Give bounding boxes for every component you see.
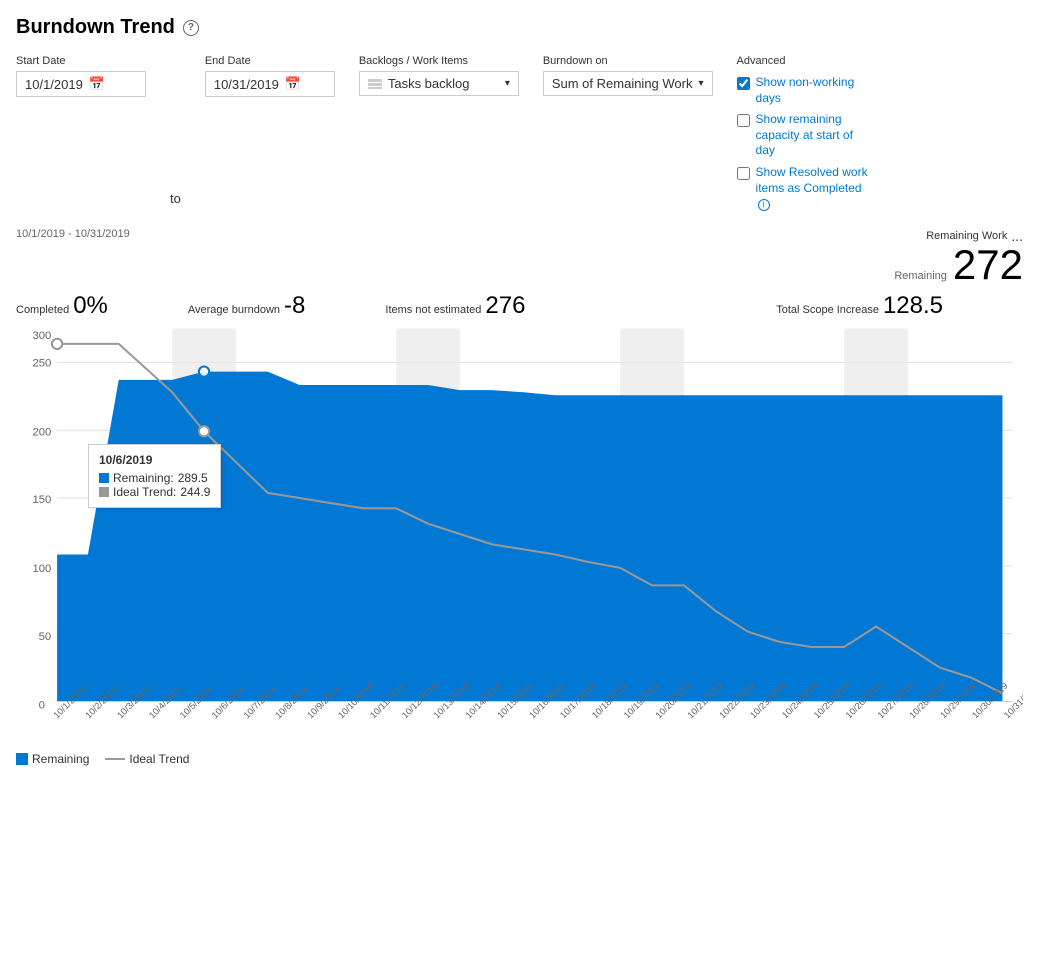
controls-row: Start Date 10/1/2019 📅 to End Date 10/31… (16, 55, 1023, 212)
avg-burndown-value: -8 (284, 292, 305, 320)
calendar-icon-end[interactable]: 📅 (285, 76, 301, 92)
end-date-group: End Date 10/31/2019 📅 (205, 55, 335, 97)
svg-text:50: 50 (39, 631, 52, 643)
svg-text:0: 0 (39, 699, 45, 711)
svg-text:150: 150 (32, 494, 51, 506)
total-scope-stat: Total Scope Increase 128.5 (776, 292, 943, 320)
tooltip-remaining-row: Remaining: 289.5 (99, 471, 210, 485)
chart-tooltip: 10/6/2019 Remaining: 289.5 Ideal Trend: … (88, 444, 221, 508)
start-date-label: Start Date (16, 55, 146, 67)
avg-burndown-stat: Average burndown -8 (188, 292, 306, 320)
chart-section: 10/1/2019 - 10/31/2019 Remaining Work ..… (16, 228, 1023, 766)
end-date-value: 10/31/2019 (214, 77, 279, 92)
tooltip-remaining-label: Remaining: (113, 471, 174, 485)
svg-text:250: 250 (32, 357, 51, 369)
legend-remaining-icon (16, 753, 28, 765)
burndown-group: Burndown on Sum of Remaining Work ▾ (543, 55, 713, 96)
legend-ideal-label: Ideal Trend (129, 752, 189, 766)
show-capacity-label[interactable]: Show remaining capacity at start of day (756, 112, 876, 159)
burndown-dropdown[interactable]: Sum of Remaining Work ▾ (543, 71, 713, 96)
svg-text:200: 200 (32, 426, 51, 438)
remaining-sub: Remaining (894, 270, 947, 282)
tooltip-ideal-row: Ideal Trend: 244.9 (99, 485, 210, 499)
backlog-label: Backlogs / Work Items (359, 55, 519, 67)
checkbox-capacity: Show remaining capacity at start of day (737, 112, 876, 159)
chart-legend: Remaining Ideal Trend (16, 752, 1023, 766)
show-nonworking-label[interactable]: Show non-working days (756, 75, 876, 106)
burndown-value: Sum of Remaining Work (552, 76, 693, 91)
start-date-input[interactable]: 10/1/2019 📅 (16, 71, 146, 97)
tooltip-ideal-value: 244.9 (180, 485, 210, 499)
advanced-group: Advanced Show non-working days Show rema… (737, 55, 876, 212)
backlog-value: Tasks backlog (388, 76, 470, 91)
backlog-group: Backlogs / Work Items Tasks backlog ▾ (359, 55, 519, 96)
stats-row: Completed 0% Average burndown -8 Items n… (16, 292, 1023, 320)
show-resolved-checkbox[interactable] (737, 167, 750, 180)
info-icon[interactable]: i (758, 199, 770, 211)
tooltip-remaining-icon (99, 473, 109, 483)
advanced-label: Advanced (737, 55, 876, 67)
date-range: 10/1/2019 - 10/31/2019 (16, 228, 130, 240)
svg-text:100: 100 (32, 563, 51, 575)
calendar-icon[interactable]: 📅 (89, 76, 105, 92)
total-scope-label: Total Scope Increase (776, 304, 879, 316)
end-date-label: End Date (205, 55, 335, 67)
checkbox-nonworking: Show non-working days (737, 75, 876, 106)
start-date-value: 10/1/2019 (25, 77, 83, 92)
backlog-dropdown[interactable]: Tasks backlog ▾ (359, 71, 519, 96)
tooltip-ideal-icon (99, 487, 109, 497)
legend-remaining: Remaining (16, 752, 89, 766)
chart-svg: 0 50 100 150 200 250 300 (16, 324, 1023, 744)
tooltip-remaining-value: 289.5 (178, 471, 208, 485)
show-capacity-checkbox[interactable] (737, 114, 750, 127)
page-title: Burndown Trend (16, 16, 175, 39)
show-resolved-label[interactable]: Show Resolved work items as Completed i (756, 165, 876, 212)
chevron-down-icon: ▾ (505, 78, 510, 89)
svg-text:300: 300 (32, 330, 51, 342)
burndown-chart[interactable]: 0 50 100 150 200 250 300 (16, 324, 1023, 744)
end-date-input[interactable]: 10/31/2019 📅 (205, 71, 335, 97)
backlog-icon (368, 79, 382, 89)
total-scope-value: 128.5 (883, 292, 943, 320)
completed-value: 0% (73, 292, 108, 320)
remaining-work-title: Remaining Work (926, 230, 1007, 242)
remaining-work-block: Remaining Work ... Remaining 272 (894, 228, 1023, 286)
legend-ideal-icon (105, 758, 125, 760)
to-label: to (170, 191, 181, 212)
tooltip-date: 10/6/2019 (99, 453, 210, 467)
legend-ideal: Ideal Trend (105, 752, 189, 766)
chart-meta: 10/1/2019 - 10/31/2019 Remaining Work ..… (16, 228, 1023, 286)
items-not-est-value: 276 (485, 292, 525, 320)
page-header: Burndown Trend ? (16, 16, 1023, 39)
tooltip-ideal-label: Ideal Trend: (113, 485, 176, 499)
checkbox-resolved: Show Resolved work items as Completed i (737, 165, 876, 212)
show-nonworking-checkbox[interactable] (737, 77, 750, 90)
completed-label: Completed (16, 304, 69, 316)
legend-remaining-label: Remaining (32, 752, 89, 766)
completed-stat: Completed 0% (16, 292, 108, 320)
help-icon[interactable]: ? (183, 20, 199, 36)
items-not-est-stat: Items not estimated 276 (385, 292, 525, 320)
avg-burndown-label: Average burndown (188, 304, 280, 316)
chevron-down-icon-burndown: ▾ (699, 78, 704, 89)
start-date-group: Start Date 10/1/2019 📅 (16, 55, 146, 97)
remaining-value: 272 (953, 244, 1023, 286)
burndown-label: Burndown on (543, 55, 713, 67)
items-not-est-label: Items not estimated (385, 304, 481, 316)
